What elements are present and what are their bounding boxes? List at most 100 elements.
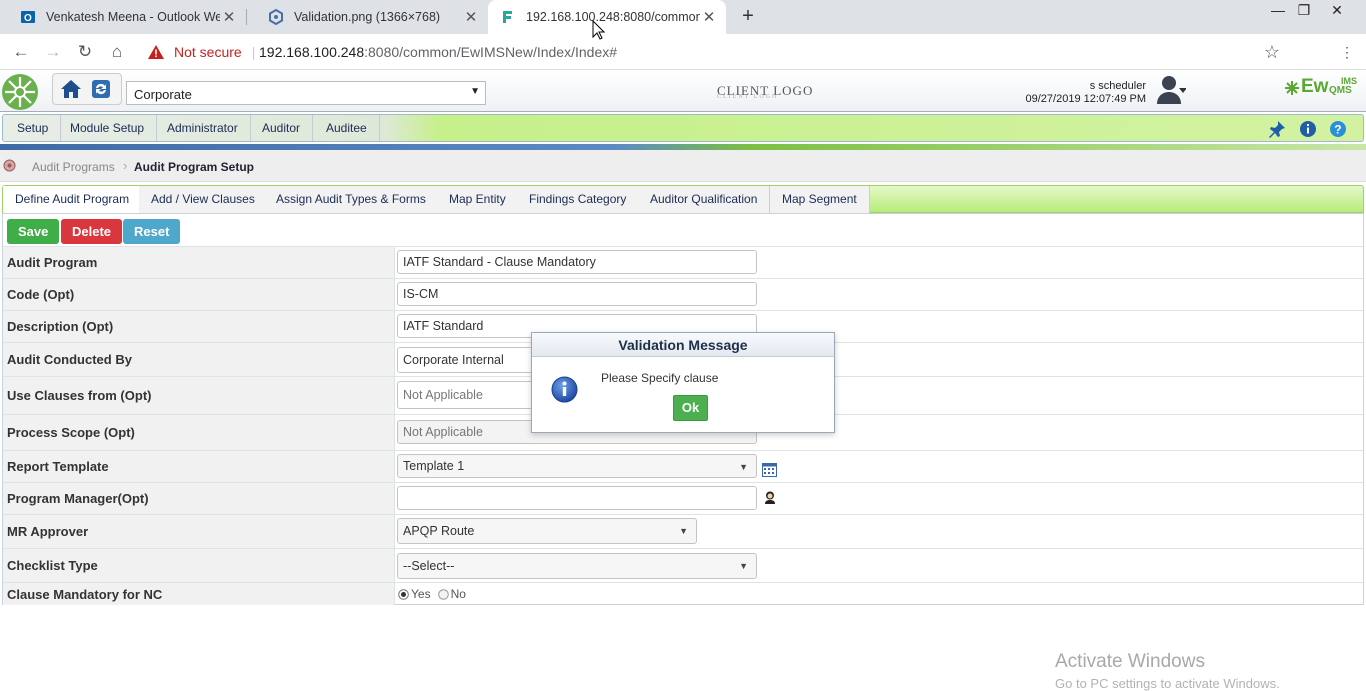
tab-assign-audit-types[interactable]: Assign Audit Types & Forms	[264, 186, 439, 213]
close-icon[interactable]: ✕	[462, 8, 480, 26]
back-icon[interactable]: ←	[10, 41, 32, 63]
radio-yes-label: Yes	[411, 587, 431, 601]
minimize-button[interactable]: —	[1266, 2, 1290, 18]
audit-program-input[interactable]: IATF Standard - Clause Mandatory	[397, 250, 757, 274]
security-indicator[interactable]: Not secure |	[148, 44, 255, 60]
svg-text:?: ?	[1334, 123, 1341, 137]
home-icon[interactable]: ⌂	[106, 41, 128, 63]
outlook-icon: O	[21, 11, 35, 24]
conducted-by-value: Corporate Internal	[403, 353, 504, 367]
menu-auditor[interactable]: Auditor	[250, 115, 314, 141]
brand-ims: IMS	[1341, 76, 1358, 86]
client-logo-subtext: CLIENT LOGO	[717, 94, 779, 100]
breadcrumb-icon	[3, 159, 16, 172]
validation-dialog: Validation Message Please Specify clause…	[531, 332, 835, 433]
tab-title: 192.168.100.248:8080/common/EwIMSNew/Ind…	[526, 10, 700, 24]
row-mr-approver: MR Approver APQP Route ▼	[3, 514, 1363, 548]
breadcrumb-parent[interactable]: Audit Programs	[32, 160, 115, 174]
main-menu-bar: Setup Module Setup Administrator Auditor…	[2, 114, 1364, 142]
new-tab-button[interactable]: +	[738, 5, 758, 28]
checklist-type-label: Checklist Type	[3, 549, 395, 582]
radio-no-label: No	[450, 587, 466, 601]
close-icon[interactable]: ✕	[220, 8, 238, 26]
corporate-select-value: Corporate	[134, 87, 192, 102]
reset-button[interactable]: Reset	[123, 219, 181, 244]
mouse-cursor-icon	[592, 20, 605, 40]
activate-windows-subtitle: Go to PC settings to activate Windows.	[1055, 676, 1280, 691]
close-icon[interactable]: ✕	[700, 8, 718, 26]
corporate-select[interactable]: Corporate ▼	[126, 81, 486, 105]
user-info: s scheduler 09/27/2019 12:07:49 PM	[1020, 80, 1146, 106]
program-manager-label: Program Manager(Opt)	[3, 483, 395, 514]
mr-approver-value: APQP Route	[403, 524, 475, 538]
home-icon[interactable]	[60, 78, 82, 100]
use-clauses-label: Use Clauses from (Opt)	[3, 377, 395, 414]
user-name: s scheduler	[1089, 80, 1146, 92]
radio-yes[interactable]	[398, 588, 409, 600]
refresh-icon[interactable]	[91, 79, 111, 99]
info-icon[interactable]	[1299, 120, 1317, 138]
url-host: 192.168.100.248	[259, 44, 365, 60]
delete-button[interactable]: Delete	[61, 219, 123, 244]
reload-icon[interactable]: ↻	[74, 41, 96, 63]
ok-button[interactable]: Ok	[673, 395, 708, 421]
tab-map-entity[interactable]: Map Entity	[437, 186, 519, 213]
company-logo	[2, 74, 38, 110]
tab-separator	[246, 9, 247, 25]
bookmark-star-icon[interactable]: ☆	[1261, 41, 1283, 63]
help-icon[interactable]: ?	[1329, 120, 1347, 138]
tab-define-audit-program[interactable]: Define Audit Program	[3, 186, 143, 214]
conducted-by-label: Audit Conducted By	[3, 343, 395, 376]
user-avatar-icon[interactable]	[1156, 74, 1186, 106]
row-code: Code (Opt) IS-CM	[3, 278, 1363, 310]
tab-add-view-clauses[interactable]: Add / View Clauses	[139, 186, 268, 213]
url-field[interactable]: 192.168.100.248:8080/common/EwIMSNew/Ind…	[259, 44, 617, 60]
template-view-icon[interactable]	[762, 463, 777, 477]
report-template-select[interactable]: Template 1 ▼	[397, 454, 757, 478]
dropdown-arrow-icon: ▼	[739, 561, 748, 571]
tab-map-segment[interactable]: Map Segment	[770, 186, 870, 213]
clause-mandatory-label: Clause Mandatory for NC	[3, 583, 395, 605]
image-icon	[269, 9, 283, 25]
pin-icon[interactable]	[1268, 120, 1286, 138]
program-manager-input[interactable]	[397, 486, 757, 510]
menu-setup[interactable]: Setup	[5, 115, 62, 141]
tab-findings-category[interactable]: Findings Category	[517, 186, 640, 213]
window-close-button[interactable]: ✕	[1325, 2, 1349, 19]
forward-icon[interactable]: →	[42, 41, 64, 63]
breadcrumb: Audit Programs › Audit Program Setup	[0, 150, 1366, 182]
menu-auditee[interactable]: Auditee	[314, 115, 380, 141]
row-clause-mandatory: Clause Mandatory for NC Yes No	[3, 582, 1363, 605]
checklist-type-value: --Select--	[403, 559, 455, 573]
code-label: Code (Opt)	[3, 279, 395, 310]
browser-tab-outlook[interactable]: O Venkatesh Meena - Outlook Web App ✕	[0, 0, 246, 34]
tab-auditor-qualification[interactable]: Auditor Qualification	[638, 186, 771, 213]
report-template-value: Template 1	[403, 459, 465, 473]
report-template-label: Report Template	[3, 451, 395, 482]
breadcrumb-current: Audit Program Setup	[134, 160, 255, 174]
browser-tab-validation[interactable]: Validation.png (1366×768) ✕	[248, 0, 488, 34]
code-input[interactable]: IS-CM	[397, 282, 757, 306]
dialog-title: Validation Message	[532, 333, 834, 357]
menu-module-setup[interactable]: Module Setup	[58, 115, 158, 141]
svg-text:O: O	[24, 13, 32, 24]
browser-menu-icon[interactable]: ⋮	[1336, 41, 1358, 63]
user-lookup-icon[interactable]	[764, 491, 776, 504]
radio-no[interactable]	[437, 588, 449, 600]
row-report-template: Report Template Template 1 ▼	[3, 450, 1363, 482]
checklist-type-select[interactable]: --Select-- ▼	[397, 553, 757, 579]
home-toolbar	[52, 73, 122, 105]
browser-tab-app[interactable]: 192.168.100.248:8080/common/EwIMSNew/Ind…	[488, 0, 726, 34]
description-label: Description (Opt)	[3, 311, 395, 342]
restore-button[interactable]: ❐	[1292, 2, 1316, 19]
brand-star-icon	[1285, 81, 1299, 95]
mr-approver-select[interactable]: APQP Route ▼	[397, 518, 697, 544]
row-program-manager: Program Manager(Opt)	[3, 482, 1363, 514]
save-button[interactable]: Save	[7, 219, 60, 244]
audit-program-label: Audit Program	[3, 247, 395, 278]
dropdown-arrow-icon: ▼	[739, 462, 748, 472]
breadcrumb-chevron-icon: ›	[123, 158, 128, 173]
page-tabs: Define Audit Program Add / View Clauses …	[2, 185, 1364, 214]
menu-administrator[interactable]: Administrator	[155, 115, 251, 141]
clause-mandatory-radio-group: Yes No	[398, 587, 466, 601]
